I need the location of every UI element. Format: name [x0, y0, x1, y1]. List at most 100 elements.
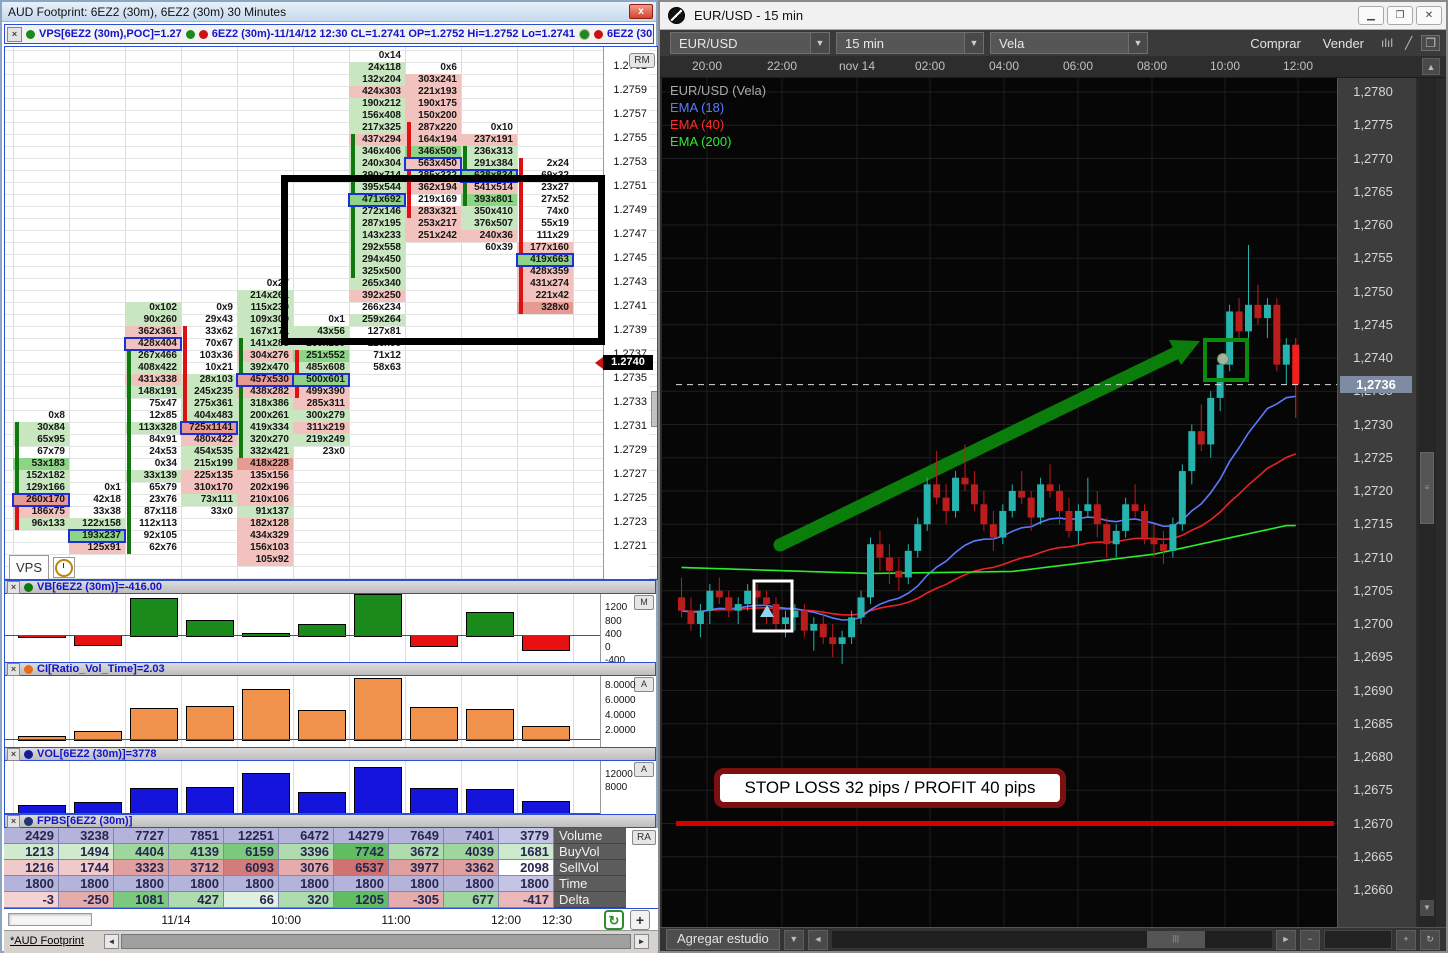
footprint-window-titlebar[interactable]: AUD Footprint: 6EZ2 (30m), 6EZ2 (30m) 30… [2, 2, 656, 22]
table-cell: 3238 [59, 828, 114, 844]
scrollbar-thumb[interactable]: ||| [1146, 931, 1205, 948]
table-row: 1216 1744 3323 3712 6093 3076 6537 3977 3362 2098… [4, 860, 658, 876]
close-study-icon[interactable]: × [7, 814, 20, 828]
buy-button[interactable]: Comprar [1242, 34, 1309, 53]
scroll-right-icon[interactable]: ► [1276, 929, 1296, 950]
close-study-icon[interactable]: × [7, 747, 20, 761]
vol-study-plot[interactable] [4, 761, 600, 814]
tab-scroll-right-icon[interactable]: ► [634, 934, 649, 949]
time-tick-label: 20:00 [691, 59, 723, 73]
scroll-down-icon[interactable]: ▼ [1420, 900, 1434, 916]
close-study-icon[interactable]: × [7, 26, 22, 42]
price-chart-canvas[interactable]: EUR/USD (Vela) EMA (18) EMA (40) EMA (20… [662, 78, 1337, 927]
a-button[interactable]: A [634, 677, 654, 692]
price-tick-label: 1,2780 [1353, 84, 1393, 99]
footprint-chart[interactable]: 1.27611.27591.27571.27551.27531.27511.27… [4, 46, 658, 580]
time-tick-label: 02:00 [914, 59, 946, 73]
study-bar [410, 788, 458, 814]
chevron-down-icon[interactable]: ▼ [783, 929, 804, 950]
zoom-in-icon[interactable]: + [1396, 929, 1416, 950]
footprint-cell: 12x85 [149, 410, 177, 421]
footprint-cell: 210x106 [237, 494, 293, 506]
scrollbar-thumb[interactable]: ≡ [1420, 452, 1434, 524]
price-tick-label: 1.2755 [613, 132, 647, 144]
vps-study-label: VPS[6EZ2 (30m),POC]=1.27 [39, 28, 182, 40]
interval-select[interactable]: 15 min ▼ [836, 32, 984, 54]
series-label: 6EZ2 (30m)-1 [607, 28, 653, 40]
draw-pencil-icon[interactable]: ╱ [1402, 36, 1415, 50]
close-study-icon[interactable]: × [7, 662, 20, 676]
price-tick-label: 1.2739 [613, 324, 647, 336]
tab-aud-footprint[interactable]: *AUD Footprint [10, 935, 84, 947]
horizontal-scrollbar[interactable]: ||| [831, 931, 1272, 948]
stop-loss-note[interactable]: STOP LOSS 32 pips / PROFIT 40 pips [714, 768, 1066, 808]
footprint-cell: 53x183 [13, 458, 69, 470]
chevron-down-icon[interactable]: ▼ [964, 33, 983, 53]
price-window-title: EUR/USD - 15 min [694, 8, 804, 23]
footprint-cell: 193x237 [68, 529, 126, 543]
rm-button[interactable]: RM [629, 53, 655, 68]
sell-button[interactable]: Vender [1315, 34, 1372, 53]
buy-dot-icon [185, 29, 195, 39]
footprint-cell: 62x76 [149, 542, 177, 553]
zoom-in-button[interactable]: + [630, 910, 650, 930]
chevron-down-icon[interactable]: ▼ [810, 33, 829, 53]
study-bar [410, 707, 458, 741]
windows-icon[interactable]: ❐ [1421, 35, 1440, 51]
chart-type-select[interactable]: Vela ▼ [990, 32, 1148, 54]
chevron-down-icon[interactable]: ▼ [1128, 33, 1147, 53]
stop-loss-note-text: STOP LOSS 32 pips / PROFIT 40 pips [744, 778, 1036, 797]
close-icon[interactable]: x [629, 4, 653, 19]
time-tick-label: 06:00 [1062, 59, 1094, 73]
row-label: Time [554, 876, 626, 892]
table-cell: 6472 [279, 828, 334, 844]
scroll-left-icon[interactable]: ◄ [807, 929, 828, 950]
vb-study-plot[interactable] [4, 594, 600, 662]
table-cell: 1800 [499, 876, 554, 892]
maximize-icon[interactable]: ❐ [1387, 6, 1413, 25]
table-cell: 6093 [224, 860, 279, 876]
ra-button[interactable]: RA [632, 830, 656, 845]
price-scale[interactable]: 1,2736 1,2780 1,2775 1,2770 1,2765 1,2760 1,2… [1337, 78, 1416, 927]
symbol-select[interactable]: EUR/USD ▼ [670, 32, 830, 54]
close-icon[interactable]: ✕ [1416, 6, 1442, 25]
symbol-value: EUR/USD [679, 35, 738, 51]
footprint-cell: 0x8 [48, 410, 65, 421]
footprint-cell: 437x294 [349, 134, 405, 146]
tab-scrollbar[interactable] [121, 934, 631, 949]
a-button[interactable]: A [634, 762, 654, 777]
time-axis-box [8, 913, 92, 926]
vertical-scrollbar[interactable]: ≡ ▼ [1418, 78, 1436, 927]
time-tick-label: 11/14 [161, 913, 191, 927]
price-tick-label: 1,2675 [1353, 782, 1393, 798]
footprint-cell: 346x509 [405, 146, 461, 158]
footprint-cell: 58x63 [373, 362, 401, 373]
study-dot-icon [24, 816, 33, 826]
chart-scrollbar-thumb[interactable] [651, 391, 657, 427]
vps-tab[interactable]: VPS [9, 555, 49, 579]
volume-bars-icon[interactable]: ılıl [1378, 36, 1396, 50]
table-cell: -305 [389, 892, 444, 908]
study-bar [466, 788, 514, 814]
price-window-titlebar[interactable]: EUR/USD - 15 min ▁ ❐ ✕ [660, 2, 1446, 30]
scroll-up-icon[interactable]: ▲ [1422, 58, 1440, 75]
footprint-cell: 24x53 [149, 446, 177, 457]
reset-view-icon[interactable]: ↻ [1420, 929, 1440, 950]
refresh-icon[interactable]: ↻ [604, 910, 624, 930]
study-bar [298, 710, 346, 741]
footprint-cell: 236x313 [461, 146, 517, 158]
footprint-cell: 454x535 [181, 446, 237, 458]
sell-dot-icon [594, 29, 604, 39]
ci-study-plot[interactable] [4, 676, 600, 747]
footprint-cell: 190x212 [349, 98, 405, 110]
table-cell: 320 [279, 892, 334, 908]
m-button[interactable]: M [634, 595, 654, 610]
bottom-toolbar: Agregar estudio ▼ ◄ ||| ► − + ↻ [660, 927, 1446, 951]
tab-scroll-left-icon[interactable]: ◄ [104, 934, 119, 949]
clock-icon[interactable] [53, 557, 75, 578]
price-scale[interactable]: 1.27611.27591.27571.27551.27531.27511.27… [603, 47, 649, 579]
close-study-icon[interactable]: × [7, 580, 20, 594]
zoom-out-icon[interactable]: − [1300, 929, 1320, 950]
minimize-icon[interactable]: ▁ [1358, 6, 1384, 25]
add-study-button[interactable]: Agregar estudio [666, 929, 780, 950]
